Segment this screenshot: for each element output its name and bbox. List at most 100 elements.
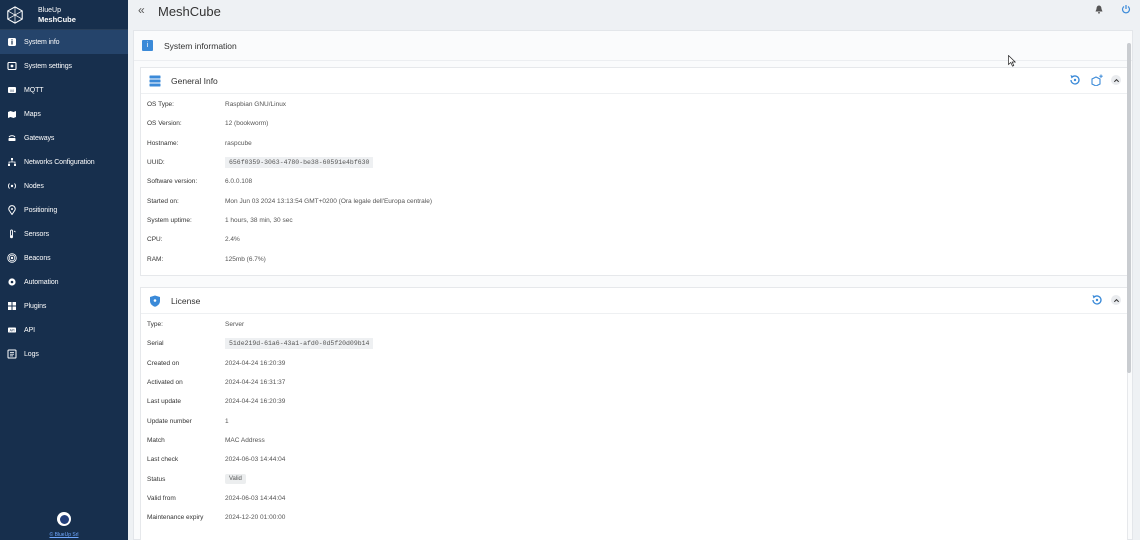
main-content: i System information General Info OS Typ… — [133, 30, 1133, 540]
sidebar-item-label: Networks Configuration — [24, 158, 95, 166]
bell-icon[interactable] — [1095, 5, 1103, 14]
sidebar-item-system-settings[interactable]: System settings — [0, 54, 128, 78]
row-key: System uptime: — [147, 216, 192, 224]
serial-value: 51de219d-61a6-43a1-afd0-0d5f20d09b14 — [225, 338, 374, 350]
topbar: « MeshCube — [128, 0, 1140, 22]
refresh-button[interactable] — [1069, 74, 1081, 86]
refresh-license-button[interactable] — [1091, 294, 1103, 306]
location-pin-icon — [7, 205, 17, 215]
license-row-status: Status Valid — [147, 469, 1127, 488]
license-row-activated-on: Activated on 2024-04-24 16:31:37 — [147, 373, 1127, 392]
blueup-logo-icon — [57, 512, 71, 526]
add-widget-button[interactable] — [1091, 74, 1103, 86]
api-icon: API — [7, 325, 17, 335]
sidebar-item-mqtt[interactable]: M MQTT — [0, 78, 128, 102]
meshcube-logo-icon — [7, 5, 23, 24]
license-row-valid-from: Valid from 2024-06-03 14:44:04 — [147, 489, 1127, 508]
shield-icon — [150, 295, 160, 307]
license-row-type: Type: Server — [147, 315, 1127, 334]
app-title: MeshCube — [158, 3, 221, 19]
brand-line2: MeshCube — [38, 14, 76, 24]
svg-text:M: M — [10, 88, 13, 93]
info-row-os-type: OS Type: Raspbian GNU/Linux — [147, 95, 1127, 114]
license-card: License Type: Server Serial 51de219d-61a6-… — [140, 287, 1128, 540]
sensor-icon — [7, 229, 17, 239]
row-key: Created on — [147, 359, 180, 367]
sidebar-item-label: Logs — [24, 350, 39, 358]
power-icon[interactable] — [1121, 4, 1131, 14]
row-value: Mon Jun 03 2024 13:13:54 GMT+0200 (Ora l… — [225, 197, 433, 205]
sidebar-item-system-info[interactable]: System info — [0, 30, 128, 54]
automation-icon — [7, 277, 17, 287]
sidebar-item-label: MQTT — [24, 86, 44, 94]
info-badge-icon: i — [142, 40, 153, 51]
general-info-header: General Info — [141, 68, 1127, 94]
license-header: License — [141, 288, 1127, 314]
logs-icon — [7, 349, 17, 359]
general-info-title: General Info — [171, 75, 218, 86]
nodes-icon — [7, 181, 17, 191]
info-row-cpu: CPU: 2.4% — [147, 230, 1127, 249]
row-value: 2024-04-24 16:20:39 — [225, 398, 286, 406]
row-value: 2024-06-03 14:44:04 — [225, 456, 286, 464]
sidebar-item-beacons[interactable]: Beacons — [0, 246, 128, 270]
sidebar-item-sensors[interactable]: Sensors — [0, 222, 128, 246]
brand[interactable]: BlueUp MeshCube — [0, 0, 128, 30]
row-key: Type: — [147, 321, 163, 329]
info-row-software-version: Software version: 6.0.0.108 — [147, 172, 1127, 191]
refresh-icon — [1092, 295, 1102, 305]
sidebar-item-label: Positioning — [24, 206, 58, 214]
sidebar-item-api[interactable]: API API — [0, 318, 128, 342]
gateway-icon — [7, 133, 17, 143]
mqtt-icon: M — [7, 85, 17, 95]
row-key: Last check — [147, 456, 179, 464]
row-value: 1 hours, 38 min, 30 sec — [225, 216, 293, 224]
collapse-card-button[interactable] — [1111, 75, 1121, 85]
sidebar-item-maps[interactable]: Maps — [0, 102, 128, 126]
collapse-sidebar-icon[interactable]: « — [138, 4, 150, 17]
server-icon — [149, 75, 161, 86]
row-value: 2024-04-24 16:20:39 — [225, 359, 286, 367]
sidebar-item-logs[interactable]: Logs — [0, 342, 128, 366]
sidebar-item-networks-configuration[interactable]: Networks Configuration — [0, 150, 128, 174]
sidebar-item-label: Gateways — [24, 134, 55, 142]
row-key: Software version: — [147, 178, 198, 186]
row-key: OS Version: — [147, 120, 182, 128]
sidebar-item-label: Nodes — [24, 182, 44, 190]
row-key: RAM: — [147, 255, 164, 263]
sidebar-item-label: Sensors — [24, 230, 49, 238]
sidebar-footer: © BlueUp Srl — [0, 512, 128, 540]
collapse-license-button[interactable] — [1111, 295, 1121, 305]
sidebar-nav: System info System settings M MQTT Maps … — [0, 30, 128, 366]
map-icon — [7, 109, 17, 119]
row-key: CPU: — [147, 236, 163, 244]
row-value: 6.0.0.108 — [225, 178, 253, 186]
uuid-value: 656f0359-3063-4780-be38-60591e4bf630 — [225, 157, 374, 169]
row-key: Status — [147, 475, 166, 483]
scrollbar[interactable] — [1127, 31, 1131, 539]
page-header: i System information — [134, 31, 1132, 61]
sidebar-item-nodes[interactable]: Nodes — [0, 174, 128, 198]
sidebar-item-label: Maps — [24, 110, 41, 118]
row-key: UUID: — [147, 159, 165, 167]
network-icon — [7, 157, 17, 167]
info-row-started-on: Started on: Mon Jun 03 2024 13:13:54 GMT+… — [147, 191, 1127, 210]
brand-line1: BlueUp — [38, 6, 61, 14]
row-key: Update number — [147, 417, 192, 425]
license-row-last-update: Last update 2024-04-24 16:20:39 — [147, 392, 1127, 411]
plugins-icon — [7, 301, 17, 311]
settings-icon — [7, 61, 17, 71]
row-key: Started on: — [147, 197, 179, 205]
sidebar-item-gateways[interactable]: Gateways — [0, 126, 128, 150]
info-row-hostname: Hostname: raspcube — [147, 134, 1127, 153]
scrollbar-thumb[interactable] — [1127, 43, 1131, 373]
info-row-uptime: System uptime: 1 hours, 38 min, 30 sec — [147, 211, 1127, 230]
sidebar-item-plugins[interactable]: Plugins — [0, 294, 128, 318]
copyright-link[interactable]: © BlueUp Srl — [0, 532, 128, 540]
row-value: 2.4% — [225, 236, 240, 244]
sidebar-item-positioning[interactable]: Positioning — [0, 198, 128, 222]
sidebar-item-label: API — [24, 326, 35, 334]
refresh-icon — [1070, 75, 1080, 85]
mouse-cursor-icon — [1008, 55, 1016, 67]
sidebar-item-automation[interactable]: Automation — [0, 270, 128, 294]
